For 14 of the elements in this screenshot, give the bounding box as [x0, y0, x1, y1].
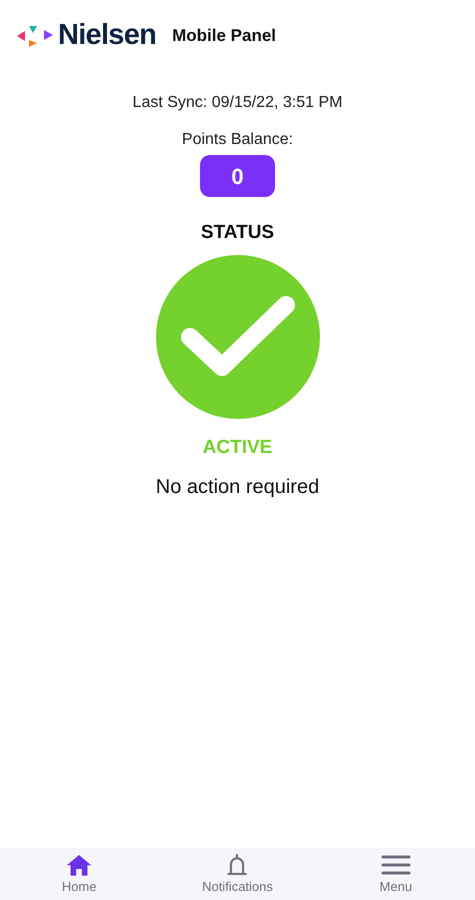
points-badge: 0 — [200, 155, 275, 197]
home-icon — [65, 854, 94, 876]
nav-tab[interactable]: Home — [19, 854, 140, 896]
status-message: No action required — [156, 475, 320, 500]
status-heading: STATUS — [200, 221, 274, 245]
status-label: ACTIVE — [202, 436, 272, 460]
app-title: Mobile Panel — [172, 25, 276, 48]
menu-icon — [380, 854, 411, 876]
brand-name: Nielsen — [58, 18, 156, 54]
points-label: Points Balance: — [182, 130, 294, 150]
nav-tab[interactable]: Menu — [336, 854, 456, 896]
nav-tab[interactable]: Notifications — [177, 854, 298, 896]
logo-icon — [16, 24, 54, 48]
last-sync-text: Last Sync: 09/15/22, 3:51 PM — [132, 93, 342, 113]
